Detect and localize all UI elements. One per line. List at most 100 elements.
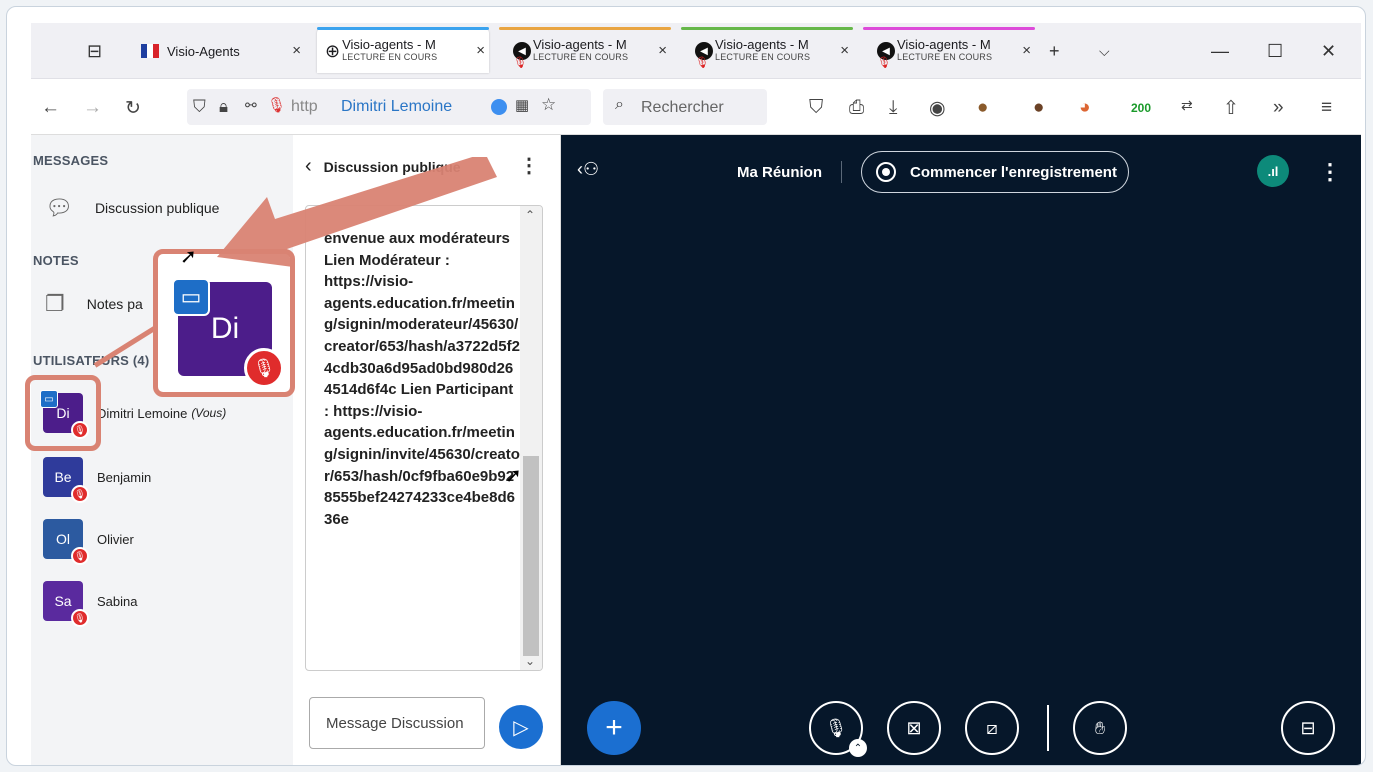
pocket-icon[interactable]: ⛉ [809, 97, 823, 119]
avatar-initials: Ol [56, 531, 70, 547]
tab-visio-meeting-3[interactable]: ◀ 🎙 Visio-agents - M LECTURE EN COURS × [681, 27, 853, 73]
messages-section-title: MESSAGES [33, 153, 109, 168]
record-icon [876, 162, 896, 182]
connection-status-icon[interactable]: .ıl [1257, 155, 1289, 187]
avatar: Ol 🎙︎ [43, 519, 89, 565]
camera-off-icon: ⊠ [906, 717, 922, 738]
user-item[interactable]: Be 🎙︎ Benjamin [43, 457, 152, 503]
new-tab-icon[interactable]: + [1049, 41, 1060, 62]
counter-badge[interactable]: 200 [1131, 101, 1151, 115]
presentation-off-icon: ⊟ [1300, 717, 1316, 738]
avatar-initials: Sa [54, 593, 72, 609]
qr-code-icon[interactable]: ▦ [515, 96, 529, 114]
raise-hand-button[interactable]: ✋︎ [1073, 701, 1127, 755]
cursor-blue-dot-icon [491, 99, 507, 115]
shared-notes-label: Notes pa [86, 296, 143, 312]
tab-title: Visio-agents - M [897, 37, 991, 52]
tab-visio-meeting-4[interactable]: ◀ 🎙 Visio-agents - M LECTURE EN COURS × [863, 27, 1035, 73]
options-menu-icon[interactable]: ⋮ [1319, 159, 1341, 185]
muted-mic-icon: 🎙︎ [824, 717, 848, 738]
tab-title: Visio-agents - M [715, 37, 809, 52]
tab-overview-icon[interactable]: ⊟ [87, 41, 102, 62]
send-icon: ▷ [513, 716, 529, 739]
lock-icon[interactable]: 🔒︎ [219, 97, 228, 117]
message-input[interactable]: Message Discussion [309, 697, 485, 749]
tab-visio-meeting-2[interactable]: ◀ 🎙 Visio-agents - M LECTURE EN COURS × [499, 27, 671, 73]
cookie-icon[interactable]: ● [1033, 97, 1044, 119]
close-icon[interactable]: × [1022, 42, 1031, 59]
close-icon[interactable]: × [840, 42, 849, 59]
mic-icon: 🎙 [695, 57, 709, 69]
speaker-icon[interactable]: ◀ 🎙 [513, 42, 531, 69]
scroll-thumb[interactable] [523, 456, 539, 656]
muted-mic-icon: 🎙︎ [71, 547, 89, 565]
unmute-button[interactable]: 🎙︎ ⌃ [809, 701, 867, 757]
avatar-initials: Be [54, 469, 72, 485]
users-section-title: UTILISATEURS (4) [33, 353, 150, 368]
close-icon[interactable]: × [292, 42, 301, 59]
user-name: Benjamin [97, 469, 152, 485]
tab-title: Visio-agents - M [342, 37, 436, 52]
cookie-icon[interactable]: ● [977, 97, 988, 119]
mic-icon: 🎙 [877, 57, 891, 69]
arrow-shape [217, 157, 497, 267]
tab-list-chevron-icon[interactable]: ⌵ [1099, 43, 1110, 60]
speaker-icon[interactable]: ◀ 🎙 [695, 42, 713, 69]
reload-icon[interactable]: ↻ [125, 97, 141, 120]
account-icon[interactable]: ◉ [929, 97, 946, 120]
more-options-icon[interactable]: ⋮ [519, 153, 539, 178]
search-bar[interactable]: ⌕ Rechercher [603, 89, 767, 125]
user-name: Olivier [97, 531, 134, 547]
window-close-icon[interactable]: ✕ [1321, 41, 1336, 62]
scrollbar[interactable]: ⌃ ⌄ [520, 206, 542, 670]
notes-section-title: NOTES [33, 253, 79, 268]
speaker-icon[interactable]: ◀ 🎙 [877, 42, 895, 69]
camera-button[interactable]: ⊠ [887, 701, 941, 755]
color-extension-icon[interactable]: ◕ [1079, 97, 1090, 119]
microphone-icon[interactable]: 🎙︎ [267, 96, 286, 114]
tab-playing-label: LECTURE EN COURS [533, 52, 629, 62]
permissions-icon[interactable]: ⚯ [245, 97, 257, 114]
translate-icon[interactable]: ⇄ [1181, 97, 1193, 114]
notes-icon: ❐ [45, 291, 65, 316]
scroll-up-icon[interactable]: ⌃ [525, 208, 535, 222]
scroll-down-icon[interactable]: ⌄ [525, 654, 535, 668]
screen-share-button[interactable]: ⧄ [965, 701, 1019, 755]
user-item[interactable]: Ol 🎙︎ Olivier [43, 519, 134, 565]
hamburger-menu-icon[interactable]: ≡ [1321, 97, 1332, 119]
public-chat-label: Discussion publique [94, 200, 220, 216]
annotation-arrow [217, 157, 497, 267]
maximize-icon[interactable]: ☐ [1267, 41, 1283, 62]
start-recording-button[interactable]: Commencer l'enregistrement [861, 151, 1129, 193]
controls-divider [1047, 705, 1049, 751]
avatar: Be 🎙︎ [43, 457, 89, 503]
shared-notes-item[interactable]: ❐ Notes pa [45, 291, 143, 317]
close-icon[interactable]: × [476, 42, 485, 59]
meeting-title: Ma Réunion [737, 164, 822, 181]
minimize-icon[interactable]: — [1211, 41, 1229, 62]
browser-nav-bar: ← → ↻ ⛉ 🔒︎ ⚯ 🎙︎ http Dimitri Lemoine ▦ ☆… [31, 81, 1361, 135]
meeting-area: ‹⚇ Ma Réunion Commencer l'enregistrement… [561, 135, 1361, 765]
forward-icon[interactable]: → [83, 97, 102, 119]
close-icon[interactable]: × [658, 42, 667, 59]
user-item[interactable]: Sa 🎙︎ Sabina [43, 581, 137, 627]
shield-icon[interactable]: ⛉ [193, 97, 206, 117]
download-icon[interactable]: ⤓ [889, 97, 897, 119]
highlight-box [25, 375, 101, 451]
mic-icon: 🎙 [513, 57, 527, 69]
muted-mic-icon: 🎙︎ [71, 609, 89, 627]
tab-visio-agents[interactable]: Visio-Agents × [129, 29, 305, 73]
toggle-userlist-icon[interactable]: ‹⚇ [577, 159, 599, 180]
tab-visio-meeting-1[interactable]: ⊕ Visio-agents - M LECTURE EN COURS × [317, 27, 489, 73]
url-bar[interactable]: ⛉ 🔒︎ ⚯ 🎙︎ http Dimitri Lemoine ▦ ☆ [187, 89, 591, 125]
actions-plus-button[interactable]: + [587, 701, 641, 755]
share-icon[interactable]: ⇧ [1223, 97, 1239, 120]
audio-options-chevron-icon[interactable]: ⌃ [849, 739, 867, 757]
public-chat-item[interactable]: 💬︎ Discussion publique [45, 195, 219, 221]
presentation-button[interactable]: ⊟ [1281, 701, 1335, 755]
send-button[interactable]: ▷ [499, 705, 543, 749]
overflow-chevron-icon[interactable]: » [1273, 97, 1284, 119]
extension-print-icon[interactable]: ⎙ [849, 97, 864, 119]
back-icon[interactable]: ← [41, 97, 60, 119]
bookmark-star-icon[interactable]: ☆ [541, 95, 556, 115]
